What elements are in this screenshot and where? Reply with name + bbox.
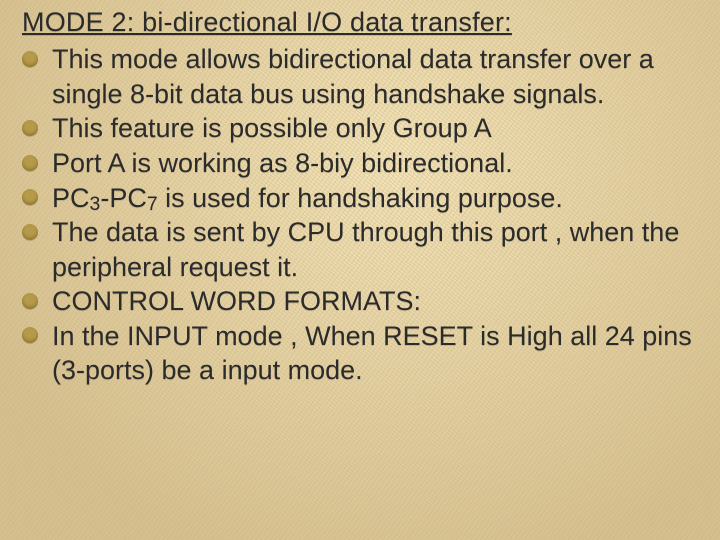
bullet-text: CONTROL WORD FORMATS: (52, 286, 421, 316)
pc-sub1: 3 (90, 193, 101, 215)
slide: MODE 2: bi-directional I/O data transfer… (0, 0, 720, 540)
slide-title: MODE 2: bi-directional I/O data transfer… (22, 6, 714, 38)
list-item: CONTROL WORD FORMATS: (18, 284, 714, 319)
list-item: This feature is possible only Group A (18, 111, 714, 146)
list-item: In the INPUT mode , When RESET is High a… (18, 319, 714, 388)
list-item: This mode allows bidirectional data tran… (18, 42, 714, 111)
pc-mid: -PC (100, 183, 147, 213)
list-item: The data is sent by CPU through this por… (18, 215, 714, 284)
pc-suffix: is used for handshaking purpose. (158, 183, 563, 213)
bullet-text: The data is sent by CPU through this por… (52, 217, 679, 282)
list-item: Port A is working as 8-biy bidirectional… (18, 146, 714, 181)
bullet-text: In the INPUT mode , When RESET is High a… (52, 321, 692, 386)
pc-sub2: 7 (147, 193, 158, 215)
list-item: PC3-PC7 is used for handshaking purpose. (18, 181, 714, 216)
bullet-text: This mode allows bidirectional data tran… (52, 44, 654, 109)
bullet-text: This feature is possible only Group A (52, 113, 492, 143)
bullet-list: This mode allows bidirectional data tran… (18, 42, 714, 387)
pc-prefix: PC (52, 183, 90, 213)
bullet-text: PC3-PC7 is used for handshaking purpose. (52, 183, 563, 213)
bullet-text: Port A is working as 8-biy bidirectional… (52, 148, 513, 178)
